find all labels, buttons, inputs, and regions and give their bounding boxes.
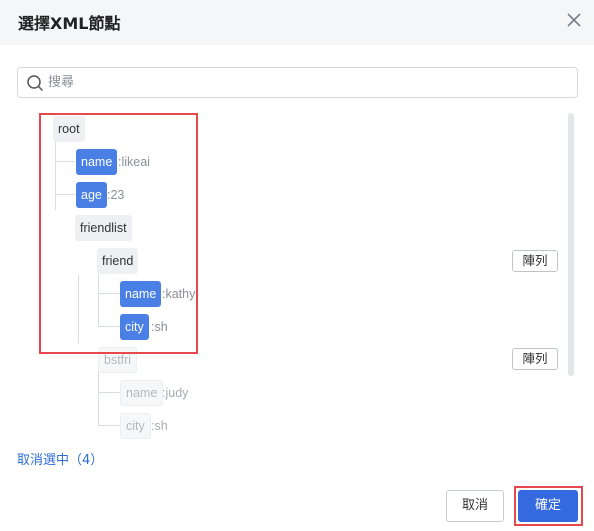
confirm-button[interactable]: 確定 <box>518 490 578 522</box>
tree-node-bstfri[interactable]: bstfri <box>98 347 138 373</box>
tree-node-bstfri-city[interactable]: city <box>120 413 151 439</box>
tree-node-friend-city-value: :sh <box>151 320 168 334</box>
dialog-title: 選擇XML節點 <box>18 14 121 33</box>
cancel-button[interactable]: 取消 <box>446 490 504 522</box>
search-icon <box>27 75 44 92</box>
tree-node-age-value: :23 <box>107 188 125 202</box>
xml-tree: root name :likeai age :23 friendlist fri… <box>0 105 594 440</box>
tree-connector <box>98 326 120 327</box>
tree-connector <box>55 161 75 162</box>
select-xml-node-dialog: 選擇XML節點 root name :likeai age :23 <box>0 0 594 531</box>
search-box <box>17 67 578 98</box>
tree-connector <box>78 275 79 343</box>
array-button-bstfri[interactable]: 陣列 <box>512 348 558 370</box>
tree-node-friend[interactable]: friend <box>97 248 139 274</box>
deselect-link[interactable]: 取消選中（4） <box>17 449 103 468</box>
tree-connector <box>98 370 99 425</box>
tree-node-name[interactable]: name <box>76 149 118 175</box>
close-icon[interactable] <box>564 10 584 30</box>
tree-connector <box>55 138 56 210</box>
tree-connector <box>98 293 120 294</box>
tree-connector <box>98 392 120 393</box>
tree-node-friend-name[interactable]: name <box>120 281 162 307</box>
search-input[interactable] <box>48 71 568 94</box>
tree-node-friend-city[interactable]: city <box>120 314 149 340</box>
array-button-friend[interactable]: 陣列 <box>512 250 558 272</box>
tree-node-root[interactable]: root <box>53 116 85 142</box>
tree-node-bstfri-name[interactable]: name <box>120 380 164 406</box>
tree-connector <box>55 194 75 195</box>
tree-scrollbar[interactable] <box>568 113 574 376</box>
tree-node-friend-name-value: :kathy <box>162 287 196 301</box>
tree-node-friendlist[interactable]: friendlist <box>75 215 132 241</box>
tree-node-name-value: :likeai <box>118 155 150 169</box>
tree-node-age[interactable]: age <box>76 182 107 208</box>
tree-connector <box>98 271 99 326</box>
tree-node-bstfri-city-value: :sh <box>151 419 168 433</box>
tree-connector <box>98 425 120 426</box>
tree-node-bstfri-name-value: :judy <box>162 386 189 400</box>
dialog-header: 選擇XML節點 <box>0 0 594 45</box>
